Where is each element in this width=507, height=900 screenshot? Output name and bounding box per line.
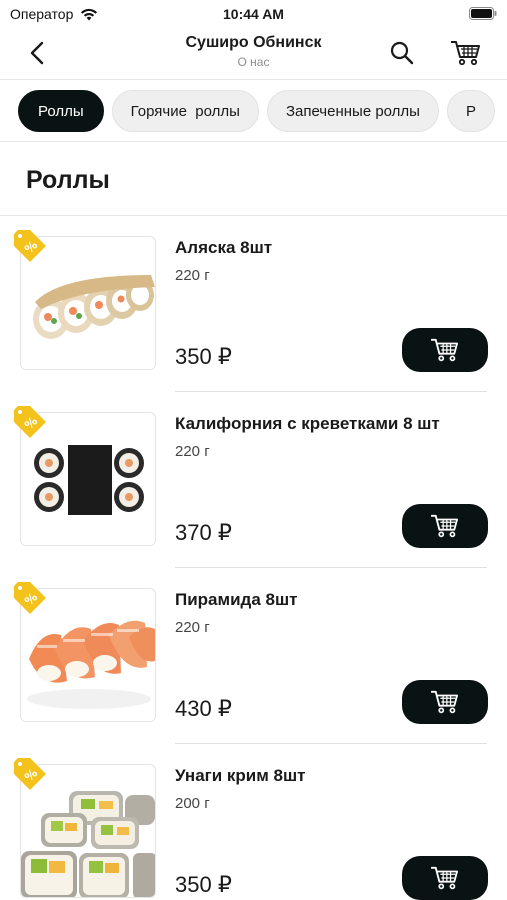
cart-icon	[431, 866, 459, 890]
nav-bar: Суширо Обнинск О нас	[0, 28, 507, 80]
battery-icon	[469, 7, 497, 20]
product-name: Калифорния с креветками 8 шт	[175, 414, 440, 433]
product-weight: 220 г	[175, 619, 210, 636]
category-chip-next[interactable]: Р	[446, 90, 495, 132]
product-price: 430 ₽	[175, 696, 232, 721]
product-weight: 220 г	[175, 267, 210, 284]
product-card[interactable]: % Пирамида 8шт 220 г 430 ₽	[0, 568, 507, 744]
search-button[interactable]	[386, 37, 418, 69]
discount-tag-icon: %	[14, 582, 46, 614]
back-button[interactable]	[22, 38, 52, 68]
section-title: Роллы	[26, 166, 110, 194]
product-card[interactable]: % Аляска 8шт 220 г 350 ₽	[0, 216, 507, 392]
cart-icon	[431, 338, 459, 362]
add-to-cart-button[interactable]	[402, 680, 488, 724]
search-icon	[390, 41, 414, 65]
category-chip-label: Роллы	[38, 102, 84, 120]
product-weight: 220 г	[175, 443, 210, 460]
chevron-left-icon	[30, 41, 44, 65]
cart-button[interactable]	[448, 37, 484, 69]
add-to-cart-button[interactable]	[402, 504, 488, 548]
product-price: 350 ₽	[175, 344, 232, 369]
cart-icon	[451, 41, 480, 66]
discount-tag-icon: %	[14, 230, 46, 262]
category-bar: Роллы Горячие роллы Запеченные роллы Р	[0, 80, 507, 142]
discount-tag-icon: %	[14, 406, 46, 438]
about-link[interactable]: О нас	[120, 55, 387, 69]
cart-icon	[431, 514, 459, 538]
add-to-cart-button[interactable]	[402, 856, 488, 900]
category-chip-baked-rolls[interactable]: Запеченные роллы	[266, 90, 439, 132]
category-chip-rolls[interactable]: Роллы	[18, 90, 104, 132]
clock: 10:44 AM	[223, 6, 284, 22]
cart-icon	[431, 690, 459, 714]
product-name: Пирамида 8шт	[175, 590, 298, 609]
product-name: Унаги крим 8шт	[175, 766, 306, 785]
category-chip-label: Р	[465, 102, 476, 120]
category-chip-row: Роллы Горячие роллы Запеченные роллы Р	[18, 90, 495, 132]
add-to-cart-button[interactable]	[402, 328, 488, 372]
page-title: Суширо Обнинск	[185, 34, 322, 51]
discount-tag-icon: %	[14, 758, 46, 790]
status-bar: Оператор 10:44 AM	[0, 0, 507, 28]
product-card[interactable]: % Унаги крим 8шт 200 г 350 ₽	[0, 744, 507, 900]
category-chip-hot-rolls[interactable]: Горячие роллы	[111, 90, 259, 132]
category-chip-label: Горячие роллы	[130, 102, 240, 120]
product-price: 370 ₽	[175, 520, 232, 545]
product-weight: 200 г	[175, 795, 210, 812]
product-price: 350 ₽	[175, 872, 232, 897]
product-name: Аляска 8шт	[175, 238, 273, 257]
nav-title-block: Суширо Обнинск О нас	[120, 34, 387, 69]
product-card[interactable]: % Калифорния с креветками 8 шт 220 г 370…	[0, 392, 507, 568]
category-chip-label: Запеченные роллы	[285, 102, 420, 120]
